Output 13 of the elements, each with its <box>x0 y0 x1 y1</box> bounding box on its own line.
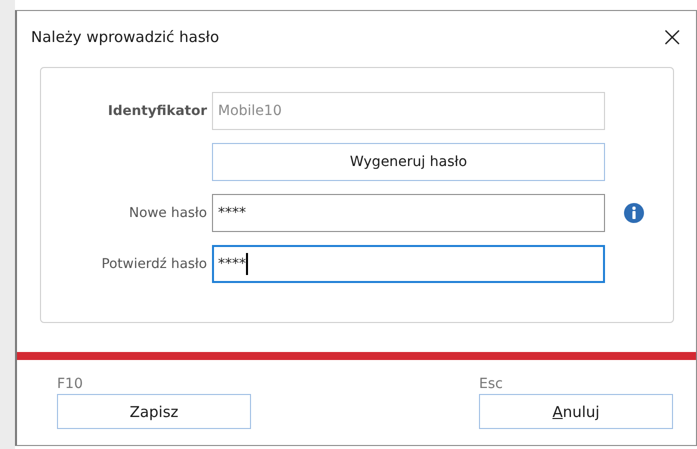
shortcut-label: Esc <box>479 376 503 392</box>
close-button[interactable]: × <box>652 23 692 51</box>
field-label: Identyfikator <box>106 103 207 119</box>
dialog-button[interactable]: Zapisz <box>57 394 251 429</box>
dialog-button[interactable]: Anuluj <box>479 394 673 429</box>
shortcut-label: F10 <box>57 376 83 392</box>
field-label: Potwierdź hasło <box>100 256 207 272</box>
window-title: Należy wprowadzić hasło <box>31 28 220 46</box>
info-icon[interactable] <box>624 203 644 223</box>
generate-password-button[interactable]: Wygeneruj hasło <box>212 143 605 181</box>
input-field[interactable]: **** <box>212 245 605 283</box>
field-label: Nowe hasło <box>128 205 207 221</box>
input-field[interactable]: **** <box>212 194 605 232</box>
